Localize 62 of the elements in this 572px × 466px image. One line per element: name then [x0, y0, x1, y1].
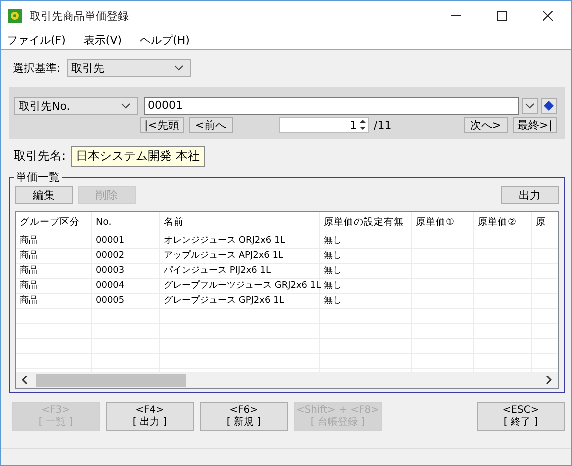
column-header[interactable]: 原単価①	[412, 212, 474, 234]
nav-button[interactable]: <前へ	[189, 117, 233, 133]
scroll-right-icon	[546, 376, 552, 384]
scroll-left-icon	[22, 376, 28, 384]
column-header[interactable]: 名前	[160, 212, 320, 234]
table-cell-text: 無し	[323, 280, 343, 293]
search-field[interactable]: 00001	[144, 97, 519, 115]
table-cell-text: 無し	[323, 250, 343, 263]
table-cell-text: 無し	[323, 264, 343, 278]
column-header[interactable]: グループ区分	[16, 212, 92, 234]
table-cell-text: 無し	[323, 234, 343, 248]
column-header[interactable]: 原	[532, 212, 550, 234]
table-cell-text: 00001	[95, 235, 126, 248]
table-cell-text: グレープジュース GPJ2x6 1L	[163, 294, 286, 308]
menu-item[interactable]: 表示(V)	[84, 32, 122, 48]
function-key-button[interactable]: <F4> [ 出力 ]	[106, 402, 194, 431]
nav-button[interactable]: 最終>|	[513, 117, 557, 133]
table-cell-text: 00003	[95, 265, 126, 278]
table-cell-text: パインジュース PIJ2x6 1L	[163, 265, 272, 278]
nav-button[interactable]: |<先頭	[140, 117, 184, 133]
table-cell-text: 商品	[19, 250, 39, 263]
table-cell-text: アップルジュース APJ2x6 1L	[163, 249, 284, 263]
menu-item[interactable]: ファイル(F)	[7, 32, 66, 48]
table-cell-text: 無し	[323, 294, 343, 308]
dropdown-button[interactable]	[522, 98, 538, 114]
column-header[interactable]: No.	[92, 212, 160, 234]
table-cell-text: オレンジジュース ORJ2x6 1L	[163, 235, 286, 248]
column-header[interactable]: 原単価の設定有無	[320, 212, 412, 234]
key-dropdown[interactable]: 取引先No.	[14, 97, 138, 115]
spinner-icon	[359, 118, 367, 132]
action-button[interactable]: 編集	[15, 186, 73, 204]
table-cell-text: 商品	[19, 280, 39, 293]
horizontal-scrollbar[interactable]	[16, 372, 558, 388]
table-cell-text: 商品	[19, 264, 39, 278]
caret-icon	[174, 64, 184, 72]
table-cell-text: 00002	[95, 250, 126, 263]
diamond-icon	[544, 101, 554, 111]
table-cell-text: グレープフルーツジュース GRJ2x6 1L	[163, 279, 320, 293]
group-title: 単価一覧	[14, 170, 62, 185]
nav-button[interactable]: 次へ>	[464, 117, 508, 133]
export-button[interactable]: 出力	[501, 186, 559, 204]
table-cell-text: 00004	[95, 280, 126, 293]
table-cell-text: 00005	[95, 295, 126, 308]
caret-icon	[121, 102, 131, 110]
page-field[interactable]: 1	[279, 117, 369, 133]
function-key-button[interactable]: <ESC> [ 終了 ]	[477, 402, 565, 431]
field-label: 取引先名:	[14, 148, 66, 165]
window-title: 取引先商品単価登録	[30, 8, 129, 24]
criteria-dropdown[interactable]: 取引先	[66, 59, 191, 77]
close-icon	[543, 11, 553, 21]
column-header[interactable]: 原単価②	[474, 212, 532, 234]
app-icon	[8, 9, 22, 23]
maximize-icon	[497, 11, 507, 21]
partner-name: 日本システム開発 本社	[71, 146, 205, 167]
table-cell-text: 商品	[19, 234, 39, 248]
table-cell-text: 商品	[19, 294, 39, 308]
field-label: 選択基準:	[13, 60, 61, 76]
caret-icon	[525, 102, 535, 110]
page-total: /11	[374, 118, 392, 132]
menu-item[interactable]: ヘルプ(H)	[140, 32, 190, 48]
function-key-button[interactable]: <F6> [ 新規 ]	[200, 402, 288, 431]
go-button[interactable]	[541, 98, 557, 114]
